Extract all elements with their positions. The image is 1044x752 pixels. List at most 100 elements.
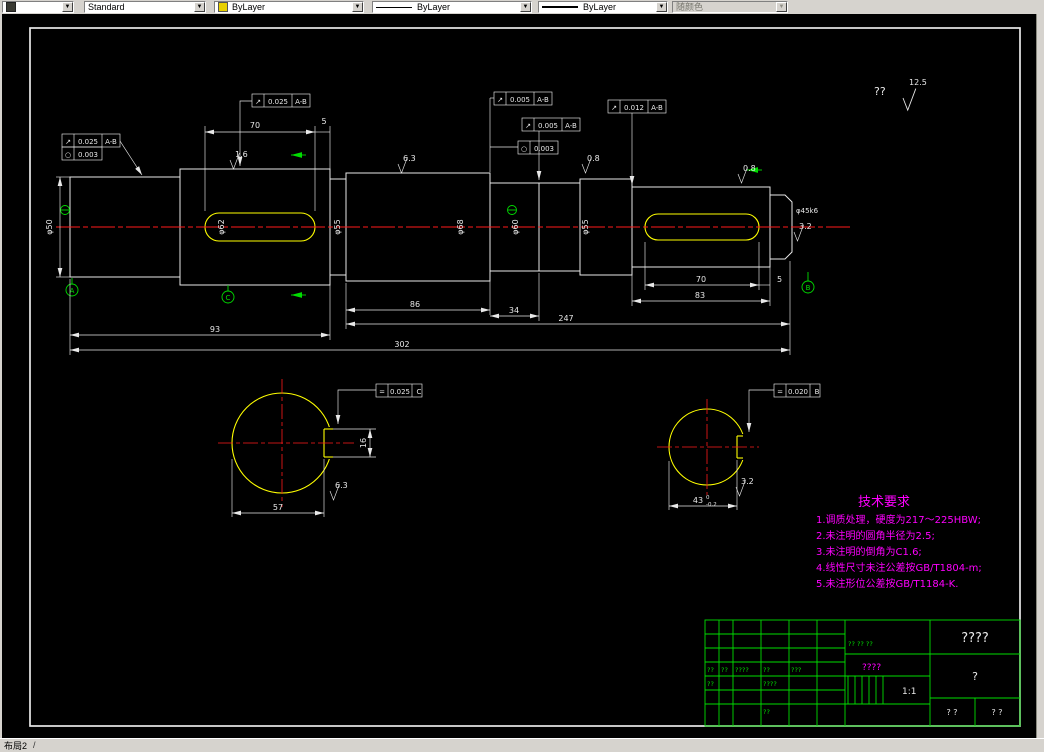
color-swatch-icon xyxy=(218,2,228,12)
dim-label: 43 xyxy=(693,496,703,505)
fcf-datum-ref: B xyxy=(815,388,820,396)
dim-tolerance-upper: 0 xyxy=(706,495,710,501)
roughness-icon xyxy=(902,88,917,112)
diameter-labels[interactable]: φ62 φ55 φ68 φ60 φ55 φ45k6 xyxy=(217,207,819,235)
datum-a[interactable]: A xyxy=(65,278,79,297)
color-dropdown-icon[interactable]: ▼ xyxy=(352,2,363,12)
linetype-combo[interactable]: ByLayer ▼ xyxy=(372,1,532,13)
dim-label: φ62 xyxy=(217,219,226,234)
dim-label: 70 xyxy=(250,121,260,130)
roughness-value: 3.2 xyxy=(799,222,812,231)
fcf-7[interactable]: ↗ 0.012 A-B xyxy=(607,99,667,185)
material-text: ? xyxy=(972,670,978,683)
dim-length-34[interactable]: 34 xyxy=(490,273,540,321)
fcf-datum-ref: A-B xyxy=(565,122,577,130)
dim-length-86[interactable]: 86 xyxy=(345,273,491,315)
sheet-cell: ? ? xyxy=(946,708,957,717)
tech-req-line: 3.未注明的倒角为C1.6; xyxy=(816,545,922,558)
dim-label: 34 xyxy=(509,306,519,315)
dim-length-302[interactable]: 302 xyxy=(69,329,791,355)
layer-combo[interactable]: ▼ xyxy=(2,1,74,13)
scale-value: 1:1 xyxy=(902,687,916,697)
fcf-datum-ref: C xyxy=(417,388,422,396)
text-style-value: Standard xyxy=(88,2,125,12)
fcf-4[interactable]: ↗ 0.005 A-B xyxy=(489,91,553,172)
fcf-datum-ref: A-B xyxy=(651,104,663,112)
tech-req-line: 5.未注形位公差按GB/T1184-K. xyxy=(816,577,958,590)
roughness-value: 12.5 xyxy=(909,78,927,87)
layer-state-icon xyxy=(6,2,16,12)
dim-label: 5 xyxy=(777,275,782,284)
sheet-border xyxy=(29,27,1021,727)
dim-length-93[interactable]: 93 xyxy=(69,277,331,340)
dim-label: 93 xyxy=(210,325,220,334)
fcf-6[interactable]: ○ 0.003 xyxy=(490,140,559,155)
dim-tolerance-lower: -0.2 xyxy=(706,502,717,508)
color-value: ByLayer xyxy=(232,2,266,12)
dim-label: 86 xyxy=(410,300,420,309)
title-block-cell: ???? xyxy=(735,666,749,674)
roughness-value: 1.6 xyxy=(235,150,248,159)
fcf-8[interactable]: = 0.025 C xyxy=(335,383,423,424)
dim-label: 247 xyxy=(558,314,573,323)
linetype-sample-icon xyxy=(376,6,412,8)
fcf-symbol: ○ xyxy=(65,151,71,159)
dim-label: φ55 xyxy=(581,219,590,234)
fcf-9[interactable]: = 0.020 B xyxy=(746,383,821,432)
fcf-value: 0.003 xyxy=(78,151,98,159)
fcf-symbol: = xyxy=(379,388,385,396)
layer-combo-dropdown-icon[interactable]: ▼ xyxy=(62,2,73,12)
lineweight-sample-icon xyxy=(542,6,578,8)
general-roughness-note[interactable]: ?? 12.5 xyxy=(874,78,927,112)
fcf-value: 0.003 xyxy=(534,145,554,153)
fcf-symbol: ↗ xyxy=(611,104,617,112)
drawing-canvas[interactable]: A C B 70 5 φ50 φ62 φ55 φ68 φ60 φ55 φ45k6… xyxy=(2,14,1036,738)
cross-section-right[interactable]: 43 0 -0.2 xyxy=(657,399,759,510)
roughness-value: 3.2 xyxy=(741,477,754,486)
roughness-value: 0.8 xyxy=(587,154,600,163)
note-text: ?? xyxy=(874,85,886,98)
fcf-symbol: ○ xyxy=(521,145,527,153)
text-style-combo[interactable]: Standard ▼ xyxy=(84,1,206,13)
plotstyle-combo: 随颜色 ▼ xyxy=(672,1,788,13)
fcf-symbol: = xyxy=(777,388,783,396)
fcf-value: 0.025 xyxy=(390,388,410,396)
plotstyle-value: 随颜色 xyxy=(676,2,704,12)
layout-tab[interactable]: 布局2 xyxy=(4,739,27,752)
linetype-dropdown-icon[interactable]: ▼ xyxy=(520,2,531,12)
fcf-value: 0.012 xyxy=(624,104,644,112)
datum-a-label: A xyxy=(70,287,75,295)
lineweight-combo[interactable]: ByLayer ▼ xyxy=(538,1,668,13)
vertical-scrollbar[interactable] xyxy=(1036,14,1044,738)
tab-separator: / xyxy=(33,740,36,750)
roughness-marks[interactable]: 1.6 6.3 0.8 0.8 3.2 6.3 3.2 xyxy=(229,150,812,501)
dim-keyway-left-length[interactable]: 70 5 xyxy=(204,117,331,211)
dim-label: 70 xyxy=(696,275,706,284)
lineweight-dropdown-icon[interactable]: ▼ xyxy=(656,2,667,12)
color-combo[interactable]: ByLayer ▼ xyxy=(214,1,364,13)
datum-target-left[interactable] xyxy=(60,205,70,215)
dim-label: 83 xyxy=(695,291,705,300)
text-style-dropdown-icon[interactable]: ▼ xyxy=(194,2,205,12)
title-block-cell: ?? xyxy=(707,666,714,674)
section-arrows[interactable] xyxy=(291,152,762,298)
dim-keyway-right-length[interactable]: 70 5 xyxy=(644,242,782,290)
properties-toolbar: ▼ Standard ▼ ByLayer ▼ ByLayer ▼ ByLayer… xyxy=(0,0,1044,14)
fcf-symbol: ↗ xyxy=(255,98,261,106)
fcf-2[interactable]: ○ 0.003 xyxy=(61,146,103,161)
datum-b[interactable]: B xyxy=(801,272,815,294)
datum-b-label: B xyxy=(806,284,811,292)
datum-target-mid[interactable] xyxy=(507,205,517,215)
fcf-value: 0.025 xyxy=(78,138,98,146)
tech-req-title: 技术要求 xyxy=(858,495,910,510)
fcf-datum-ref: A-B xyxy=(295,98,307,106)
title-block-cell: ?? xyxy=(763,666,770,674)
technical-requirements[interactable]: 技术要求 1.调质处理，硬度为217～225HBW; 2.未注明的圆角半径为2.… xyxy=(816,495,982,590)
plotstyle-dropdown-icon: ▼ xyxy=(776,2,787,12)
fcf-symbol: ↗ xyxy=(525,122,531,130)
cross-section-left[interactable]: 57 16 xyxy=(218,379,376,517)
title-block[interactable]: ?? ?? ???? ?? ??? ?? ???? ?? ?? ?? ?? ??… xyxy=(704,619,1021,727)
title-block-cell: ?? xyxy=(721,666,728,674)
drawing-title: ???? xyxy=(961,631,989,646)
datum-c[interactable]: C xyxy=(221,285,235,304)
